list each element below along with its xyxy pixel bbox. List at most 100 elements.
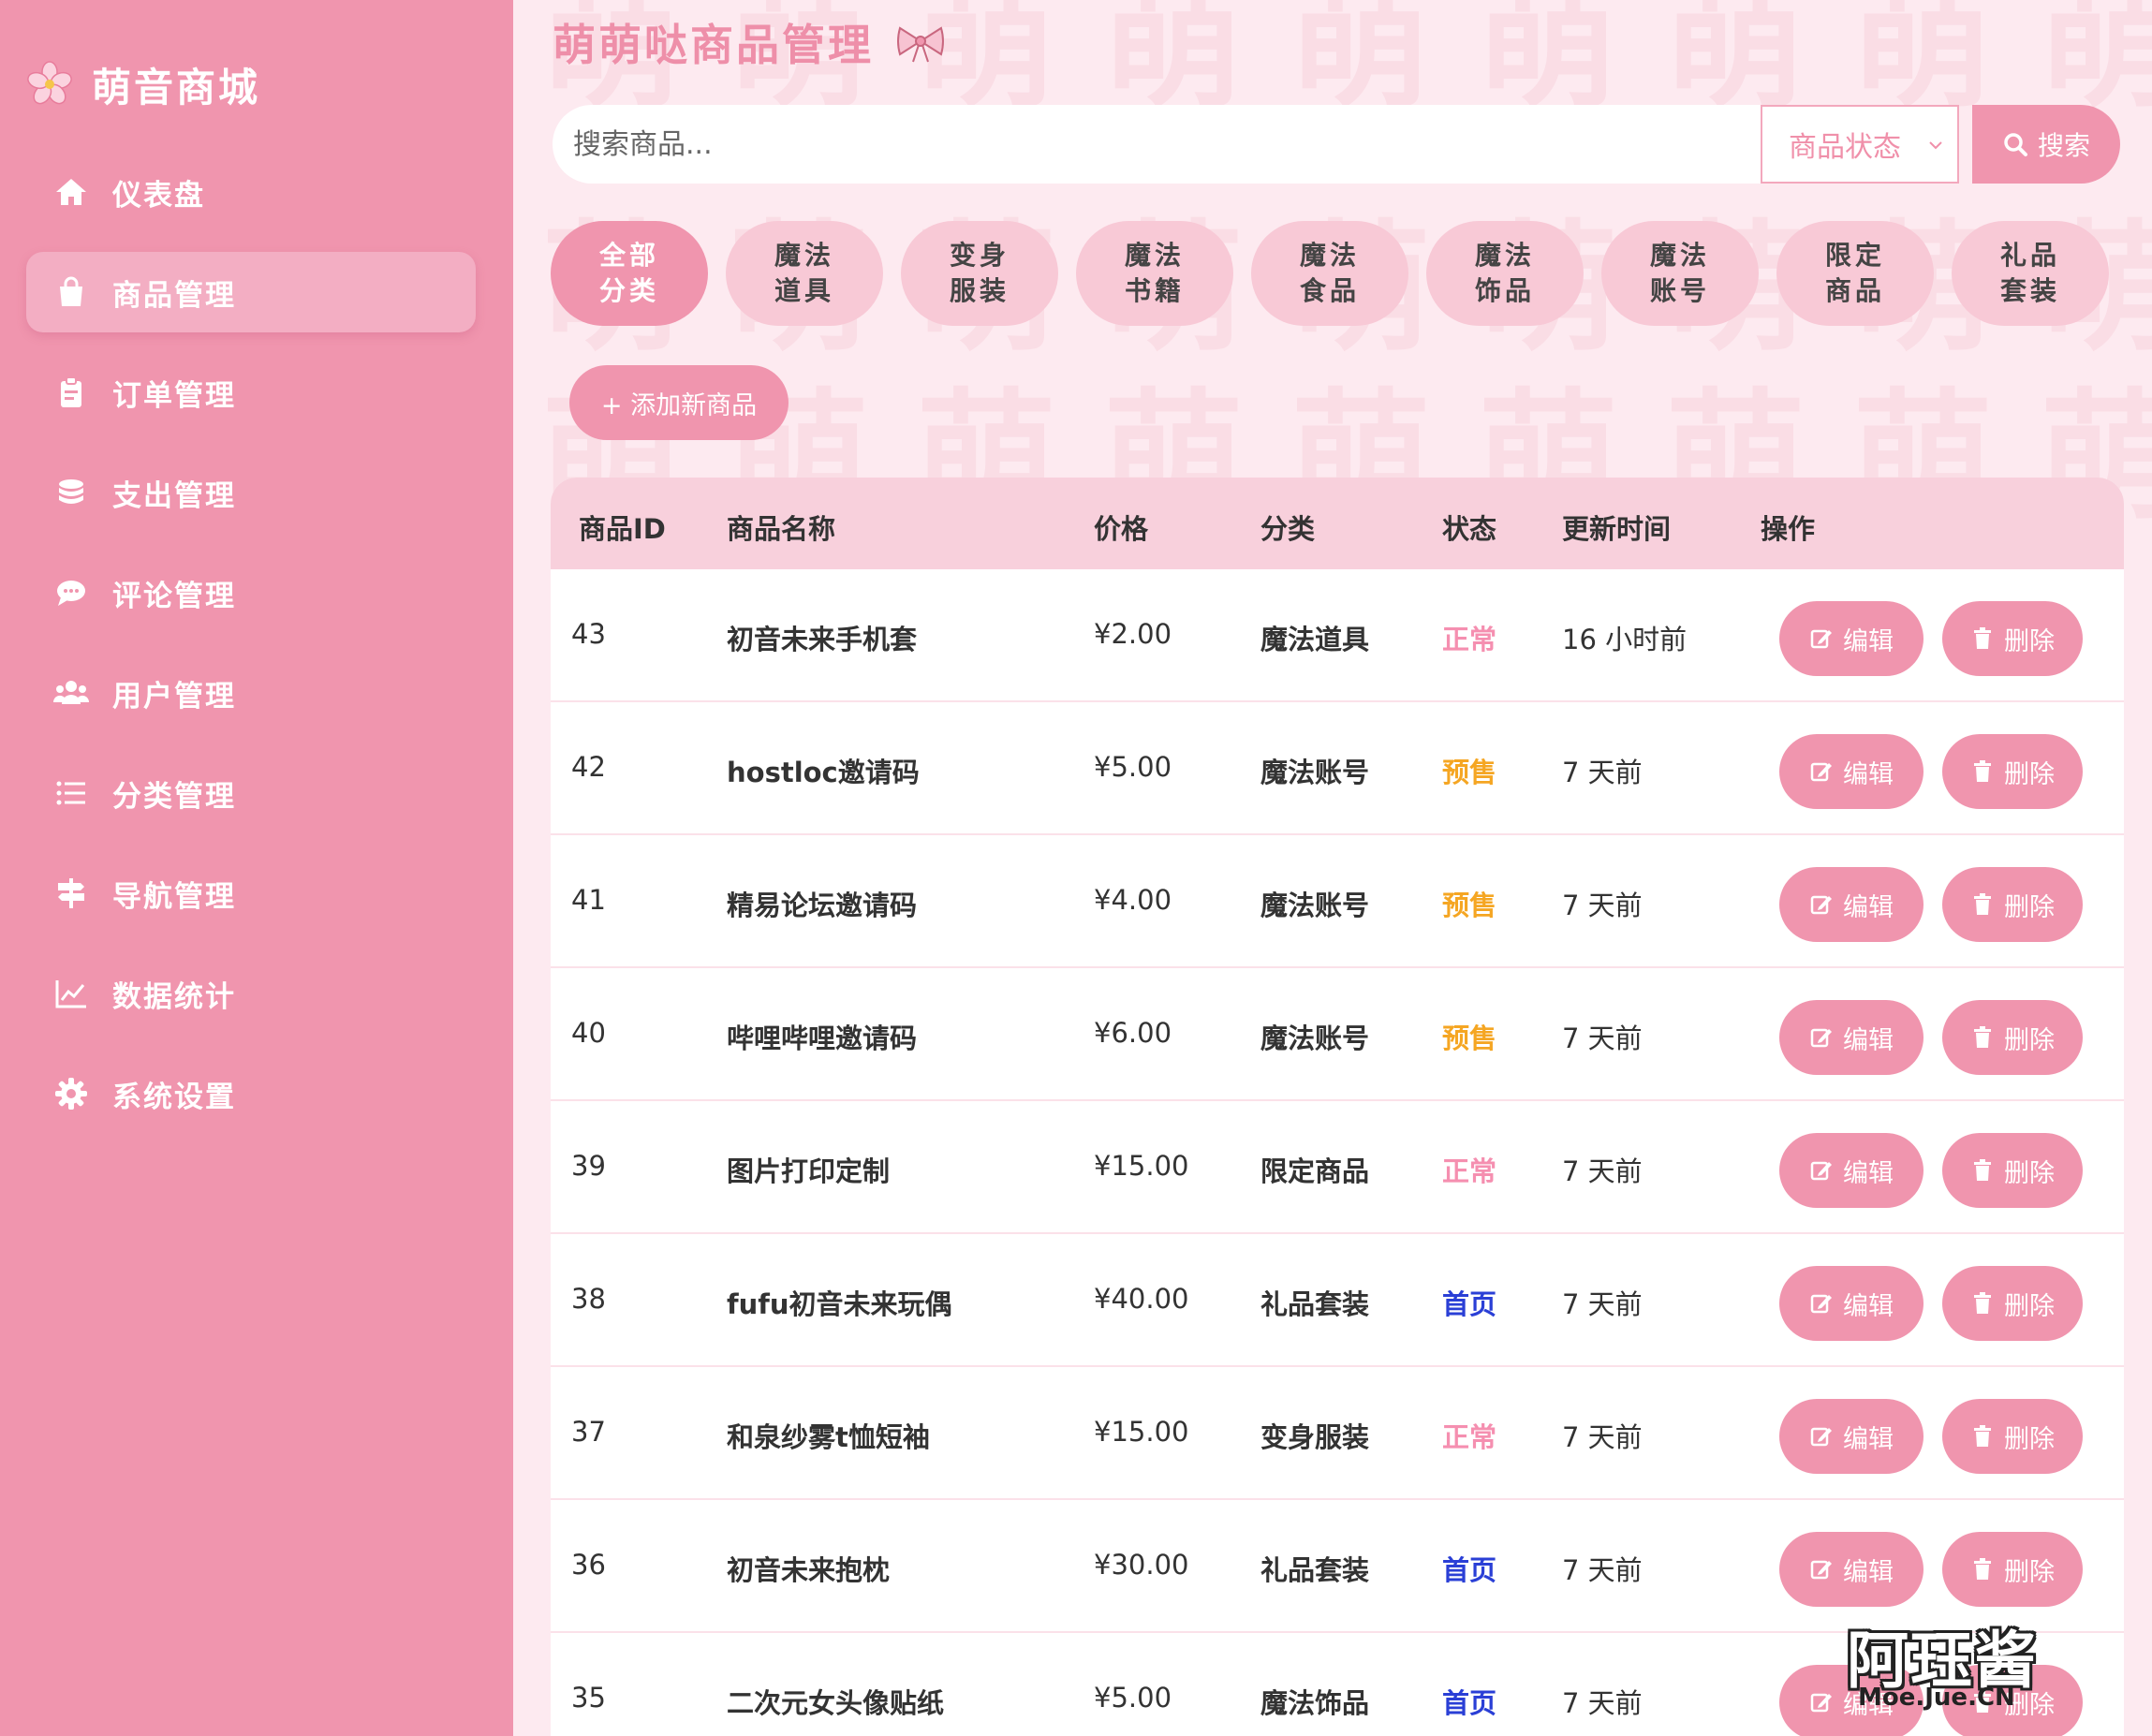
- edit-button[interactable]: 编辑: [1779, 867, 1924, 942]
- category-pill-limited[interactable]: 限定 商品: [1776, 221, 1934, 326]
- sidebar-item-settings[interactable]: 系统设置: [26, 1053, 476, 1134]
- comment-icon: [57, 581, 85, 606]
- trash-icon: [1974, 1558, 1991, 1580]
- category-pill-all[interactable]: 全部 分类: [551, 221, 708, 326]
- edit-icon: [1810, 1560, 1832, 1580]
- category-pill-accounts[interactable]: 魔法 账号: [1601, 221, 1759, 326]
- delete-button[interactable]: 删除: [1942, 1000, 2083, 1075]
- search-bar: 商品状态 搜索: [553, 105, 2120, 184]
- coins-icon: [59, 479, 83, 504]
- cell-price: ¥6.00: [1094, 1017, 1172, 1049]
- sidebar-item-orders[interactable]: 订单管理: [26, 352, 476, 433]
- cell-price: ¥5.00: [1094, 751, 1172, 783]
- cell-updated: 7 天前: [1562, 1554, 1643, 1586]
- column-header-name: 商品名称: [727, 513, 836, 545]
- delete-button-label: 删除: [2004, 626, 2055, 656]
- sidebar-item-statistics[interactable]: 数据统计: [26, 953, 476, 1034]
- edit-button[interactable]: 编辑: [1779, 1000, 1924, 1075]
- edit-button[interactable]: 编辑: [1779, 1532, 1924, 1607]
- cell-name: 和泉纱雾t恤短袖: [727, 1421, 930, 1453]
- edit-button-label: 编辑: [1843, 759, 1894, 789]
- search-input[interactable]: [553, 105, 1770, 184]
- delete-button-label: 删除: [2004, 1025, 2055, 1055]
- sidebar-item-label: 用户管理: [112, 679, 236, 714]
- cell-category: 魔法账号: [1260, 757, 1370, 788]
- status-badge: 首页: [1442, 1288, 1497, 1320]
- edit-button-label: 编辑: [1843, 626, 1894, 656]
- gear-icon: [55, 1078, 87, 1110]
- sidebar-item-categories[interactable]: 分类管理: [26, 753, 476, 833]
- cell-id: 40: [571, 1017, 606, 1049]
- edit-button[interactable]: 编辑: [1779, 1266, 1924, 1341]
- table-row: 43 初音未来手机套 ¥2.00 魔法道具 正常 16 小时前 编辑 删除: [551, 569, 2124, 702]
- sidebar-item-expenses[interactable]: 支出管理: [26, 452, 476, 533]
- sidebar-item-label: 系统设置: [112, 1080, 236, 1114]
- edit-icon: [1810, 1028, 1832, 1048]
- category-pill-accessories[interactable]: 魔法 饰品: [1426, 221, 1584, 326]
- table-row: 41 精易论坛邀请码 ¥4.00 魔法账号 预售 7 天前 编辑 删除: [551, 835, 2124, 968]
- cell-id: 41: [571, 884, 606, 916]
- brand-name: 萌音商城: [92, 64, 261, 110]
- edit-icon: [1810, 1427, 1832, 1447]
- cell-price: ¥15.00: [1094, 1416, 1189, 1448]
- sidebar-item-dashboard[interactable]: 仪表盘: [26, 152, 476, 232]
- status-badge: 首页: [1442, 1554, 1497, 1586]
- cell-price: ¥5.00: [1094, 1682, 1172, 1714]
- delete-button-label: 删除: [2004, 1424, 2055, 1454]
- edit-button[interactable]: 编辑: [1779, 734, 1924, 809]
- cell-id: 43: [571, 618, 606, 650]
- home-icon: [56, 179, 86, 205]
- edit-button-label: 编辑: [1843, 1158, 1894, 1188]
- sidebar-item-users[interactable]: 用户管理: [26, 653, 476, 733]
- delete-button[interactable]: 删除: [1942, 601, 2083, 676]
- trash-icon: [1974, 1425, 1991, 1447]
- category-pill-magic-props[interactable]: 魔法 道具: [726, 221, 883, 326]
- delete-button[interactable]: 删除: [1942, 1266, 2083, 1341]
- product-table: 商品ID 商品名称 价格 分类 状态 更新时间 操作 43 初音未来手机套 ¥2.0…: [551, 478, 2124, 1736]
- cell-updated: 7 天前: [1562, 1022, 1643, 1054]
- cell-updated: 7 天前: [1562, 890, 1643, 921]
- edit-button-label: 编辑: [1843, 892, 1894, 922]
- brand[interactable]: 萌音商城: [26, 56, 260, 112]
- table-row: 40 哔哩哔哩邀请码 ¥6.00 魔法账号 预售 7 天前 编辑 删除: [551, 968, 2124, 1101]
- edit-button[interactable]: 编辑: [1779, 601, 1924, 676]
- sidebar-item-label: 商品管理: [112, 278, 236, 313]
- cell-updated: 16 小时前: [1562, 624, 1688, 655]
- category-pill-gift-sets[interactable]: 礼品 套装: [1952, 221, 2109, 326]
- delete-button-label: 删除: [2004, 1291, 2055, 1321]
- main-content: 萌萌萌萌萌萌萌萌萌萌萌萌萌萌萌萌萌萌萌萌萌萌萌萌萌萌萌 萌萌哒商品管理 商品状态…: [513, 0, 2152, 1736]
- delete-button[interactable]: 删除: [1942, 1133, 2083, 1208]
- delete-button[interactable]: 删除: [1942, 1532, 2083, 1607]
- cell-id: 39: [571, 1150, 606, 1182]
- edit-icon: [1810, 1693, 1832, 1713]
- delete-button[interactable]: 删除: [1942, 1399, 2083, 1474]
- category-pill-books[interactable]: 魔法 书籍: [1076, 221, 1233, 326]
- cell-updated: 7 天前: [1562, 1155, 1643, 1187]
- delete-button-label: 删除: [2004, 759, 2055, 789]
- table-header: 商品ID 商品名称 价格 分类 状态 更新时间 操作: [551, 478, 2124, 569]
- edit-button-label: 编辑: [1843, 1557, 1894, 1587]
- page-title-text: 萌萌哒商品管理: [553, 20, 874, 70]
- add-product-button[interactable]: + 添加新商品: [569, 365, 789, 440]
- edit-button[interactable]: 编辑: [1779, 1399, 1924, 1474]
- column-header-status: 状态: [1442, 513, 1497, 545]
- trash-icon: [1974, 627, 1991, 649]
- cell-category: 魔法道具: [1260, 624, 1370, 655]
- column-header-actions: 操作: [1761, 513, 1816, 545]
- delete-button[interactable]: 删除: [1942, 734, 2083, 809]
- search-button[interactable]: 搜索: [1972, 105, 2120, 184]
- category-pill-costumes[interactable]: 变身 服装: [901, 221, 1058, 326]
- cell-category: 魔法账号: [1260, 890, 1370, 921]
- sidebar-item-label: 仪表盘: [112, 178, 205, 213]
- sidebar-item-products[interactable]: 商品管理: [26, 252, 476, 332]
- trash-icon: [1974, 893, 1991, 915]
- column-header-updated: 更新时间: [1562, 513, 1672, 545]
- sidebar-item-comments[interactable]: 评论管理: [26, 552, 476, 633]
- status-select[interactable]: 商品状态: [1761, 105, 1959, 184]
- edit-button[interactable]: 编辑: [1779, 1133, 1924, 1208]
- cell-price: ¥40.00: [1094, 1283, 1189, 1315]
- delete-button[interactable]: 删除: [1942, 867, 2083, 942]
- sidebar-item-navigation[interactable]: 导航管理: [26, 853, 476, 934]
- category-pill-food[interactable]: 魔法 食品: [1251, 221, 1408, 326]
- table-row: 37 和泉纱雾t恤短袖 ¥15.00 变身服装 正常 7 天前 编辑 删除: [551, 1367, 2124, 1500]
